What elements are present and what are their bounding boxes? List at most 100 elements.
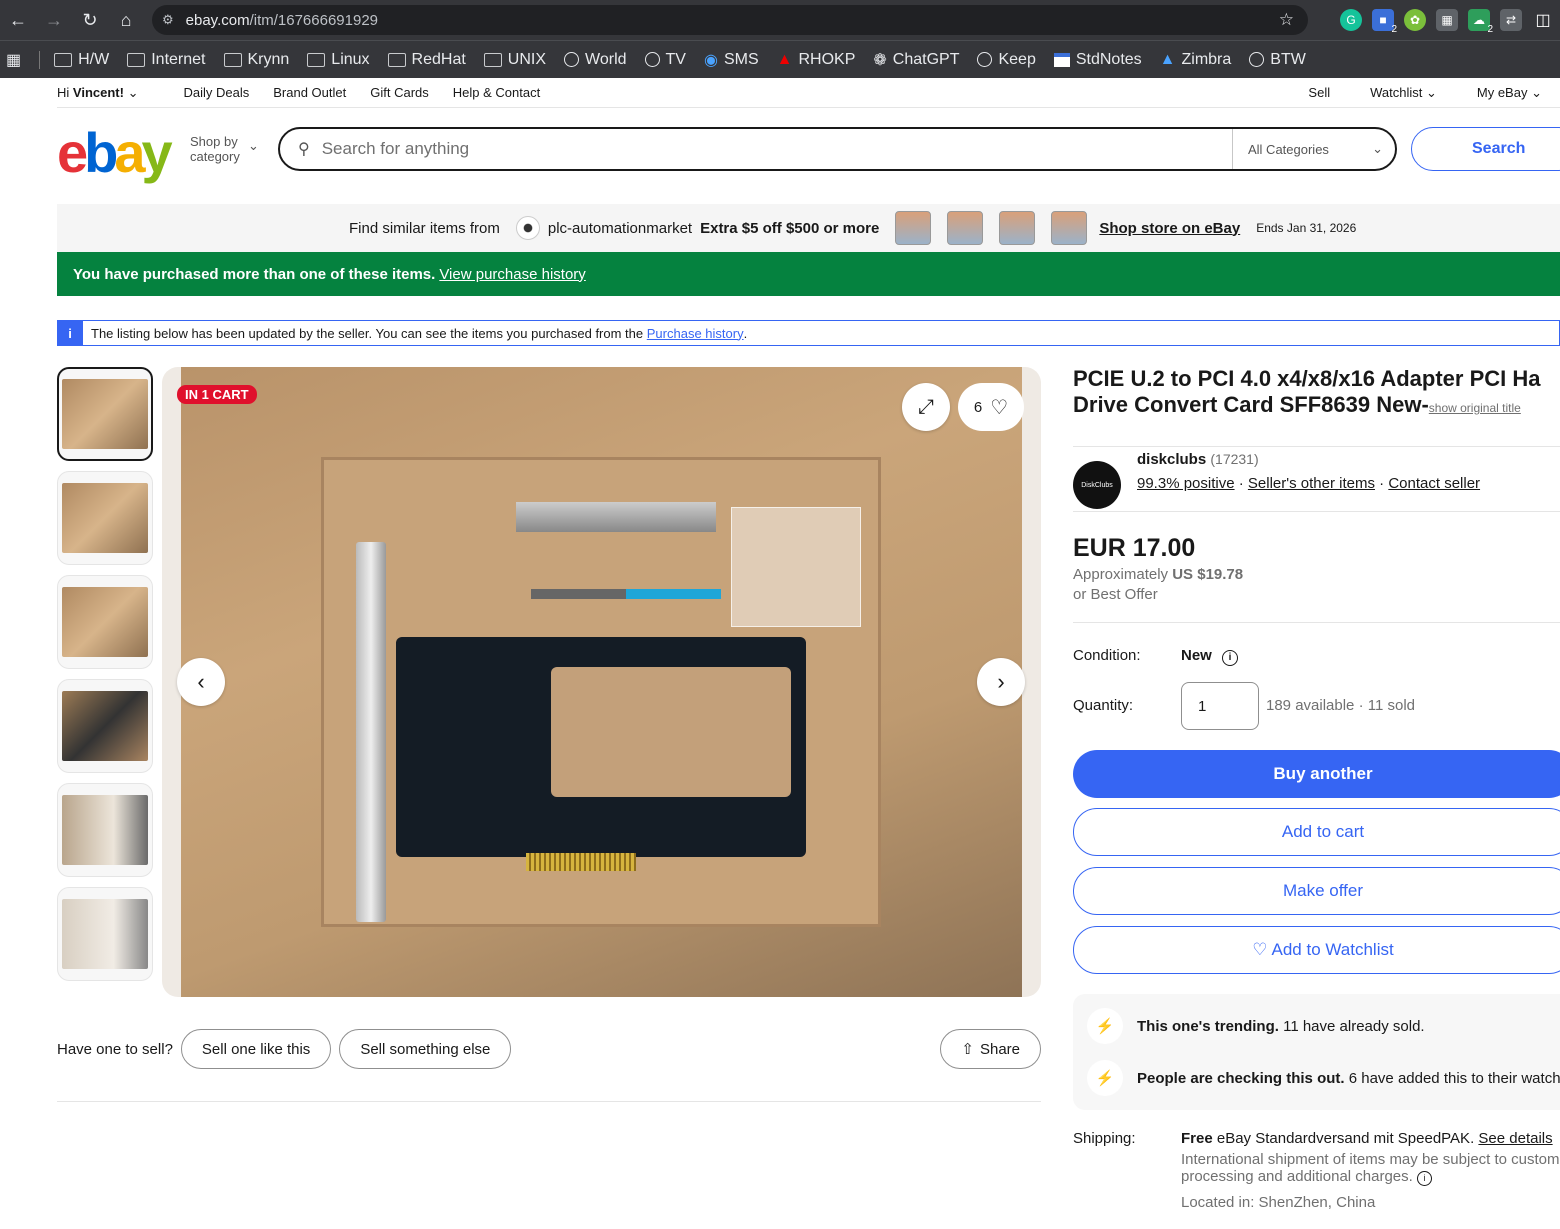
nav-my-ebay[interactable]: My eBay ⌄ — [1477, 85, 1542, 101]
product-photo[interactable] — [181, 367, 1022, 997]
promo-item-thumbnail[interactable] — [999, 211, 1036, 245]
seller-other-items-link[interactable]: Seller's other items — [1248, 475, 1375, 492]
store-name[interactable]: plc-automationmarket — [548, 220, 692, 237]
nav-daily-deals[interactable]: Daily Deals — [184, 85, 250, 100]
add-to-cart-button[interactable]: Add to cart — [1073, 808, 1560, 856]
cloud-extension-icon[interactable]: ☁ 2 — [1468, 9, 1493, 35]
prev-image-button[interactable]: ‹ — [177, 658, 225, 706]
make-offer-button[interactable]: Make offer — [1073, 867, 1560, 915]
nav-sell[interactable]: Sell — [1308, 85, 1330, 101]
bookmark-linux[interactable]: Linux — [307, 51, 370, 69]
reload-icon[interactable]: ↻ — [72, 2, 108, 38]
bookmark-star-icon[interactable]: ☆ — [1279, 10, 1294, 30]
site-info-icon[interactable]: ⚙ — [162, 12, 174, 28]
tab-extension-icon[interactable]: ▦ — [1436, 9, 1458, 31]
see-details-link[interactable]: See details — [1478, 1130, 1552, 1147]
sell-one-like-this-button[interactable]: Sell one like this — [180, 1029, 332, 1069]
category-select[interactable]: All Categories ⌄ — [1232, 129, 1395, 169]
shop-by-category[interactable]: Shop by category ⌄ — [190, 134, 259, 164]
share-label: Share — [979, 1040, 1020, 1058]
promo-item-thumbnail[interactable] — [895, 211, 932, 245]
bookmark-redhat[interactable]: RedHat — [387, 51, 466, 69]
seller-name[interactable]: diskclubs (17231) — [1137, 451, 1259, 468]
promo-item-thumbnail[interactable] — [1051, 211, 1088, 245]
bookmark-zimbra[interactable]: ▲ Zimbra — [1160, 51, 1232, 69]
search-input[interactable]: Search for anything — [322, 139, 469, 159]
folder-icon — [223, 52, 242, 67]
home-icon[interactable]: ⌂ — [108, 2, 144, 38]
thumbnail-item[interactable] — [57, 679, 153, 773]
bookmark-sms[interactable]: ◉ SMS — [704, 50, 759, 70]
nav-brand-outlet[interactable]: Brand Outlet — [273, 85, 346, 100]
contact-seller-link[interactable]: Contact seller — [1388, 475, 1480, 492]
nav-watchlist[interactable]: Watchlist ⌄ — [1370, 85, 1437, 101]
puzzle-extension-icon[interactable]: ◫ — [1532, 9, 1554, 31]
thumbnail-image — [62, 483, 148, 553]
nav-gift-cards[interactable]: Gift Cards — [370, 85, 429, 100]
bookmark-label: Internet — [151, 50, 206, 68]
bookmark-krynn[interactable]: Krynn — [223, 51, 289, 69]
share-button[interactable]: ⇧ Share — [940, 1029, 1041, 1069]
quantity-input[interactable]: 1 — [1181, 682, 1259, 730]
buy-another-button[interactable]: Buy another — [1073, 750, 1560, 798]
watch-count: 6 — [973, 398, 983, 416]
thumbnail-item[interactable] — [57, 367, 153, 461]
thumbnail-item[interactable] — [57, 887, 153, 981]
info-circle-icon[interactable]: i — [1222, 650, 1239, 666]
add-to-watchlist-label: Add to Watchlist — [1271, 940, 1394, 959]
bookmark-internet[interactable]: Internet — [127, 50, 206, 69]
forward-icon[interactable]: → — [36, 2, 72, 38]
back-icon[interactable]: ← — [0, 2, 36, 38]
item-price: EUR 17.00 — [1073, 534, 1196, 562]
bookmark-unix[interactable]: UNIX — [483, 51, 546, 69]
shield-extension-icon[interactable]: ■ 2 — [1372, 9, 1397, 35]
next-image-button[interactable]: › — [977, 658, 1025, 706]
search-button[interactable]: Search — [1411, 127, 1560, 171]
view-purchase-history-link[interactable]: View purchase history — [439, 266, 585, 283]
promo-item-thumbnail[interactable] — [947, 211, 984, 245]
item-title: PCIE U.2 to PCI 4.0 x4/x8/x16 Adapter PC… — [1073, 366, 1560, 421]
bookmark-hw[interactable]: H/W — [54, 51, 109, 69]
show-original-title-link[interactable]: show original title — [1429, 401, 1521, 415]
bookmark-chatgpt[interactable]: ❁ ChatGPT — [873, 50, 959, 70]
shipping-note1: International shipment of items may be s… — [1181, 1151, 1560, 1168]
add-to-watchlist-button[interactable]: ♡ Add to Watchlist — [1073, 926, 1560, 974]
watch-button[interactable]: 6 ♡ — [958, 383, 1024, 431]
shipping-details: Free eBay Standardversand mit SpeedPAK. … — [1181, 1130, 1560, 1211]
bookmark-keep[interactable]: Keep — [977, 50, 1036, 69]
purchase-history-link[interactable]: Purchase history — [647, 326, 744, 341]
shipping-note2: processing and additional charges. i — [1181, 1168, 1560, 1186]
user-greeting[interactable]: Hi Vincent! ⌄ — [57, 85, 139, 101]
info-icon: i — [57, 320, 83, 346]
extension-badge: 2 — [1487, 24, 1493, 35]
shop-store-link[interactable]: Shop store on eBay — [1099, 220, 1240, 237]
bookmark-stdnotes[interactable]: StdNotes — [1053, 51, 1142, 69]
ebay-logo[interactable]: ebay — [57, 120, 173, 185]
address-bar[interactable]: ⚙ ebay.com/itm/167666691929 ☆ — [152, 5, 1308, 35]
feedback-link[interactable]: 99.3% positive — [1137, 475, 1235, 492]
bookmarks-bar: ▦ H/W Internet Krynn Linux RedHat UNIX W… — [0, 40, 1560, 78]
sync-extension-icon[interactable]: ⇄ — [1500, 9, 1522, 31]
search-bar: ⚲ Search for anything All Categories ⌄ — [278, 127, 1397, 171]
info-circle-icon[interactable]: i — [1417, 1171, 1432, 1186]
thumbnail-item[interactable] — [57, 783, 153, 877]
apps-icon[interactable]: ▦ — [6, 50, 21, 70]
sell-something-else-button[interactable]: Sell something else — [339, 1029, 512, 1069]
trend2-rest: 6 have added this to their watchlis — [1348, 1069, 1560, 1087]
chevron-down-icon: ⌄ — [1372, 141, 1383, 156]
thumbnail-item[interactable] — [57, 471, 153, 565]
grammarly-icon[interactable]: G — [1340, 9, 1362, 31]
quantity-label: Quantity: — [1073, 697, 1134, 714]
expand-icon[interactable]: ⤢ — [902, 383, 950, 431]
thumbnail-item[interactable] — [57, 575, 153, 669]
bookmark-btw[interactable]: BTW — [1249, 51, 1306, 69]
notice-end: . — [743, 325, 748, 341]
leaf-extension-icon[interactable]: ✿ — [1404, 9, 1426, 31]
seller-avatar[interactable]: DiskClubs — [1073, 461, 1121, 509]
nav-help-contact[interactable]: Help & Contact — [453, 85, 540, 100]
bookmark-label: Keep — [998, 50, 1036, 68]
bookmark-tv[interactable]: TV — [644, 51, 686, 69]
bookmark-rhokp[interactable]: ▲ RHOKP — [777, 51, 856, 69]
chevron-down-icon: ⌄ — [1425, 84, 1437, 100]
bookmark-world[interactable]: World — [564, 51, 627, 69]
